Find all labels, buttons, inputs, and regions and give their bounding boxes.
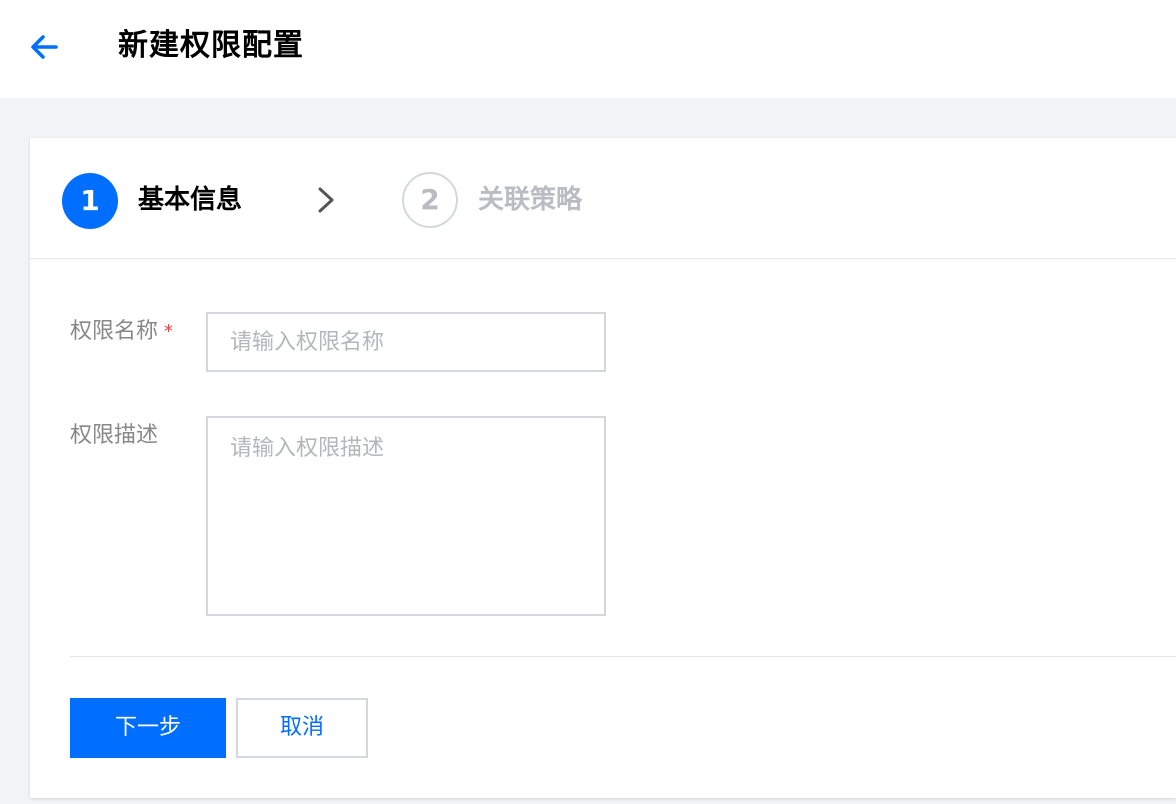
step-2-number: 2: [402, 172, 458, 228]
required-mark: *: [164, 321, 174, 342]
page-title: 新建权限配置: [118, 28, 304, 63]
arrow-left-icon: [31, 35, 58, 59]
cancel-button[interactable]: 取消: [236, 698, 368, 758]
top-bar: 新建权限配置: [0, 0, 1176, 98]
permission-description-input[interactable]: [206, 416, 606, 616]
form-card: 1 基本信息 2 关联策略 权限名称* 权限描述 下一步 取消: [30, 138, 1176, 798]
step-1-number: 1: [62, 173, 118, 229]
name-field-label: 权限名称 *: [70, 316, 173, 348]
step-1-label: 基本信息: [138, 185, 243, 215]
footer-divider: [70, 656, 1176, 657]
permission-name-input[interactable]: [206, 312, 606, 372]
chevron-right-icon: [318, 187, 334, 213]
step-indicator: 1 基本信息 2 关联策略: [30, 138, 1176, 259]
name-label-text: 权限名称: [70, 319, 159, 344]
step-2-label: 关联策略: [478, 185, 583, 215]
description-field-label: 权限描述: [70, 423, 159, 448]
back-button[interactable]: [26, 28, 64, 66]
next-step-button[interactable]: 下一步: [70, 698, 226, 758]
